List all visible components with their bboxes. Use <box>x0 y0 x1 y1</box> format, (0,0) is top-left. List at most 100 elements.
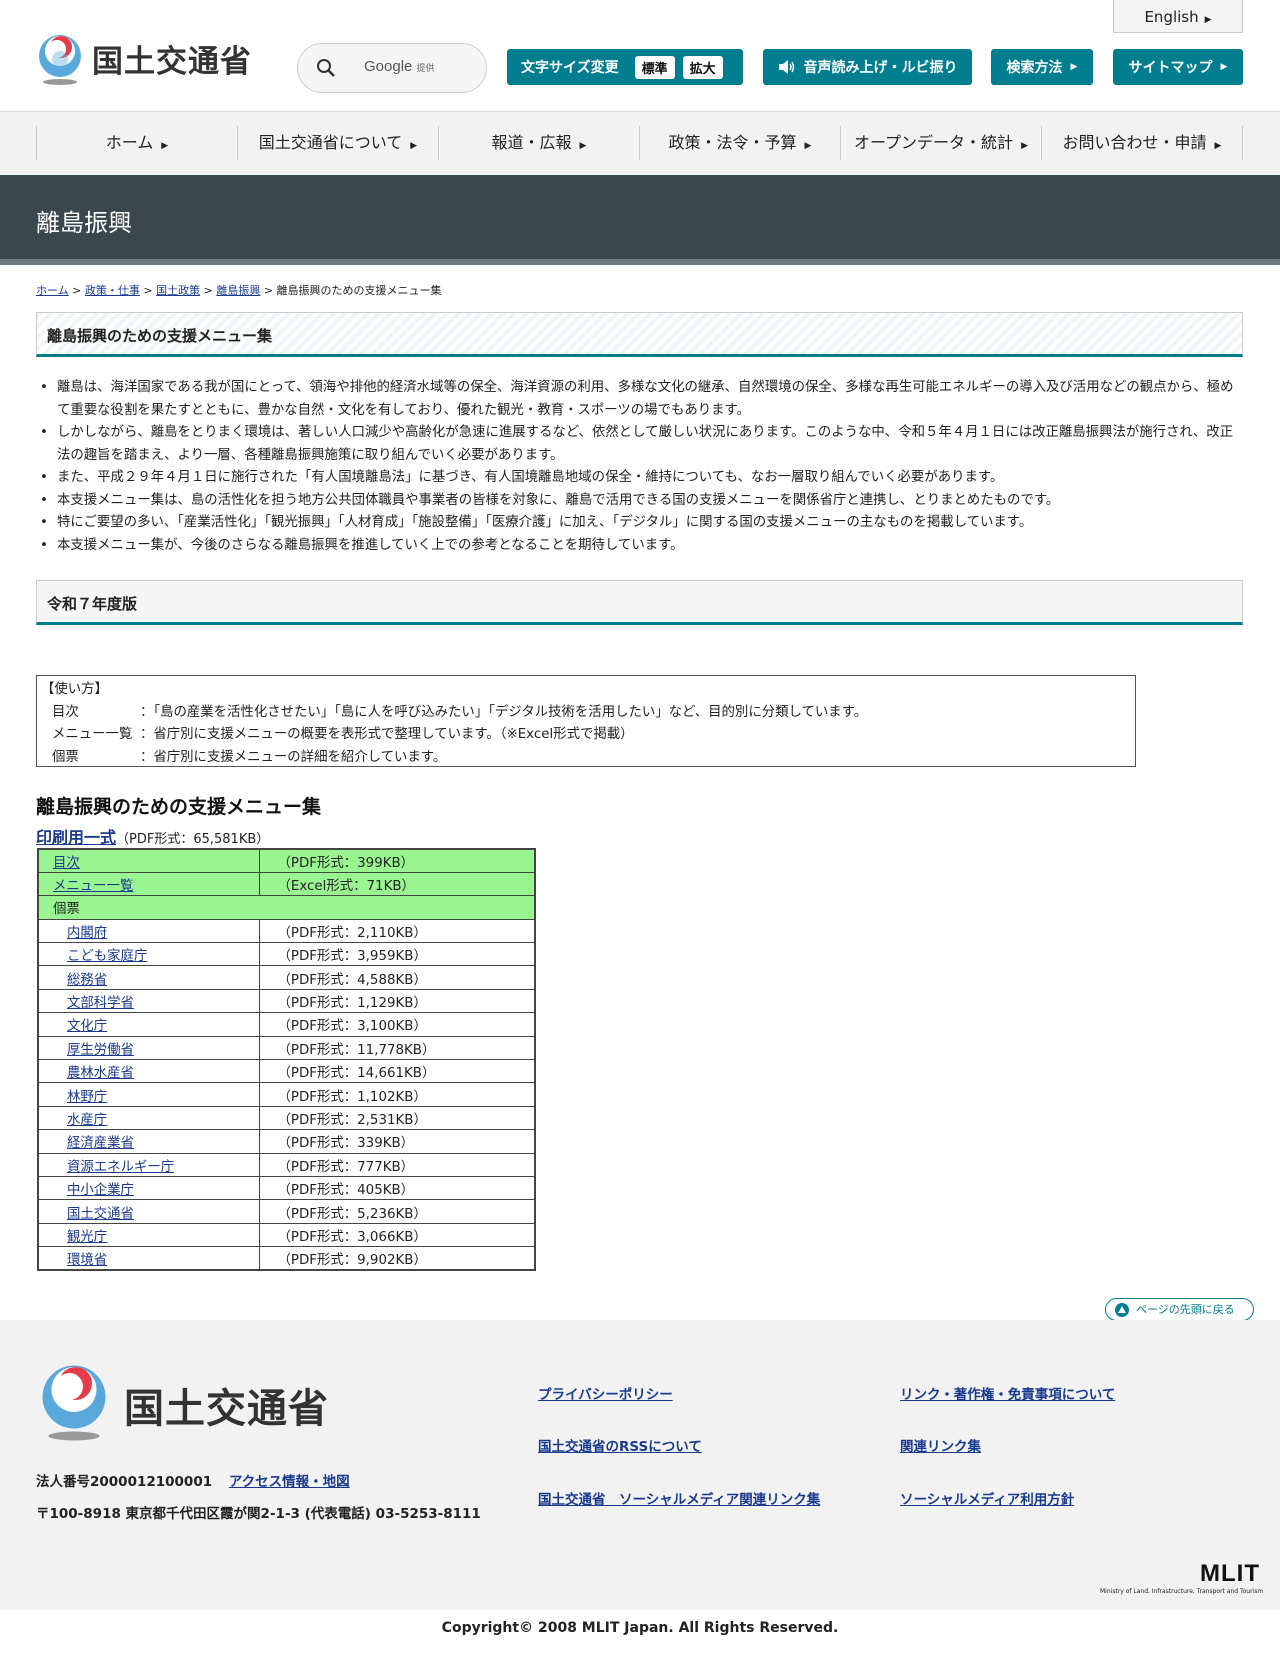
table-row: 総務省 （PDF形式：4,588KB） <box>37 965 536 990</box>
file-info: （PDF形式：14,661KB） <box>258 1059 536 1084</box>
font-size-large-button[interactable]: 拡大 <box>682 55 723 79</box>
list-item: 特にご要望の多い、「産業活性化」「観光振興」「人材育成」「施設整備」「医療介護」… <box>40 512 1240 535</box>
triangle-right-icon: ▶ <box>1220 62 1228 72</box>
search-method-button[interactable]: 検索方法 ▶ <box>991 49 1093 85</box>
table-cell: 厚生労働省 <box>37 1035 260 1061</box>
nav-item-opendata[interactable]: オープンデータ・統計 ▶ <box>840 126 1041 160</box>
ministry-file-link[interactable]: 観光庁 <box>67 1230 107 1245</box>
table-cell: 環境省 <box>37 1246 260 1271</box>
list-item: 本支援メニュー集が、今後のさらなる離島振興を推進していく上での参考となることを期… <box>40 535 1240 558</box>
footer-link-social-links[interactable]: 国土交通省 ソーシャルメディア関連リンク集 <box>538 1488 820 1508</box>
table-cell: メニュー一覧 <box>37 871 260 897</box>
corp-info: 法人番号2000012100001 アクセス情報・地図 <box>36 1470 350 1490</box>
mlit-emblem-icon <box>39 35 81 85</box>
ministry-file-link[interactable]: 国土交通省 <box>67 1207 134 1222</box>
site-header: 国土交通省 Google 提供 English ▶ 文字サイズ変更 標準 拡大 音… <box>0 0 1280 111</box>
usage-title: 【使い方】 <box>41 682 108 697</box>
ministry-file-link[interactable]: 内閣府 <box>67 926 107 941</box>
ministry-file-link[interactable]: 林野庁 <box>67 1090 107 1105</box>
mlit-logo[interactable]: 国土交通省 <box>36 34 252 86</box>
table-row: 水産庁 （PDF形式：2,531KB） <box>37 1105 536 1131</box>
file-info: （PDF形式：405KB） <box>258 1175 536 1201</box>
file-info: （PDF形式：399KB） <box>258 848 536 873</box>
logo-text: 国土交通省 <box>92 44 252 80</box>
print-line: 印刷用一式（PDF形式：65,581KB） <box>36 824 269 848</box>
print-all-link[interactable]: 印刷用一式 <box>36 828 116 847</box>
edition-heading: 令和７年度版 <box>36 580 1243 625</box>
table-cell: 内閣府 <box>37 918 260 944</box>
sitemap-button[interactable]: サイトマップ ▶ <box>1113 49 1243 85</box>
table-row: 観光庁 （PDF形式：3,066KB） <box>37 1222 536 1248</box>
ministry-file-link[interactable]: 資源エネルギー庁 <box>67 1160 174 1175</box>
file-info: （PDF形式：3,066KB） <box>258 1222 536 1248</box>
table-cell: 農林水産省 <box>37 1059 260 1084</box>
footer-link-related[interactable]: 関連リンク集 <box>900 1435 981 1455</box>
sitemap-label: サイトマップ <box>1128 60 1213 76</box>
file-info: （PDF形式：1,102KB） <box>258 1082 536 1107</box>
ministry-file-link[interactable]: 厚生労働省 <box>67 1043 134 1058</box>
breadcrumb-separator: > <box>143 284 153 297</box>
search-icon[interactable] <box>316 58 336 78</box>
usage-row: メニュー一覧 ：省庁別に支援メニューの概要を表形式で整理しています。（※Excel… <box>41 724 1131 747</box>
ministry-file-link[interactable]: 環境省 <box>67 1253 107 1268</box>
nav-item-home[interactable]: ホーム ▶ <box>36 126 237 160</box>
usage-value: ：省庁別に支援メニューの詳細を紹介しています。 <box>140 749 447 765</box>
file-link-toc[interactable]: 目次 <box>53 856 80 871</box>
mlit-wordmark: MLIT Ministry of Land, Infrastructure, T… <box>1100 1560 1263 1595</box>
breadcrumb-separator: > <box>263 284 274 297</box>
nav-item-about[interactable]: 国土交通省について ▶ <box>237 126 438 160</box>
access-link[interactable]: アクセス情報・地図 <box>229 1474 350 1490</box>
page-category-title: 離島振興 <box>36 209 132 237</box>
font-size-label: 文字サイズ変更 <box>521 60 619 76</box>
ministry-file-link[interactable]: こども家庭庁 <box>67 949 147 964</box>
ministry-file-link[interactable]: 農林水産省 <box>67 1066 134 1081</box>
page-title: 離島振興のための支援メニュー集 <box>36 312 1243 357</box>
triangle-right-icon: ▶ <box>1204 15 1212 25</box>
table-cell: 国土交通省 <box>37 1199 260 1224</box>
nav-item-press[interactable]: 報道・広報 ▶ <box>438 126 639 160</box>
search-box[interactable]: Google 提供 <box>297 43 487 93</box>
table-row: 環境省 （PDF形式：9,902KB） <box>37 1246 536 1271</box>
voice-reading-button[interactable]: 音声読み上げ・ルビ振り <box>763 49 972 85</box>
table-row: 文部科学省 （PDF形式：1,129KB） <box>37 988 536 1014</box>
breadcrumb-separator: > <box>72 284 82 297</box>
ministry-file-link[interactable]: 水産庁 <box>67 1113 107 1128</box>
footer-link-rss[interactable]: 国土交通省のRSSについて <box>538 1435 702 1455</box>
triangle-right-icon: ▶ <box>804 141 812 151</box>
nav-label: オープンデータ・統計 <box>854 133 1014 152</box>
breadcrumb-link-home[interactable]: ホーム <box>36 284 69 297</box>
file-link-menu-list[interactable]: メニュー一覧 <box>53 879 133 894</box>
font-size-standard-button[interactable]: 標準 <box>634 55 675 79</box>
table-cell: 中小企業庁 <box>37 1175 260 1201</box>
breadcrumb-link-island[interactable]: 離島振興 <box>216 284 260 297</box>
page-top-button[interactable]: ページの先頭に戻る <box>1105 1298 1254 1321</box>
intro-list: 離島は、海洋国家である我が国にとって、領海や排他的経済水域等の保全、海洋資源の利… <box>40 377 1240 557</box>
english-link[interactable]: English ▶ <box>1113 0 1243 33</box>
file-table: 目次 （PDF形式：399KB） メニュー一覧 （Excel形式：71KB） 個… <box>37 848 536 1272</box>
breadcrumb-link-policy[interactable]: 政策・仕事 <box>85 284 140 297</box>
table-row: 資源エネルギー庁 （PDF形式：777KB） <box>37 1152 536 1177</box>
search-input[interactable]: Google 提供 <box>364 58 435 75</box>
address: 〒100-8918 東京都千代田区霞が関2-1-3 (代表電話) 03-5253… <box>36 1506 481 1522</box>
ministry-file-link[interactable]: 経済産業省 <box>67 1136 134 1151</box>
table-row: こども家庭庁 （PDF形式：3,959KB） <box>37 942 536 967</box>
footer-link-privacy[interactable]: プライバシーポリシー <box>538 1383 673 1403</box>
nav-item-policy[interactable]: 政策・法令・予算 ▶ <box>639 126 840 160</box>
file-info: （PDF形式：339KB） <box>258 1129 536 1154</box>
table-row: 目次 （PDF形式：399KB） <box>37 848 536 873</box>
english-label: English <box>1144 8 1199 26</box>
copyright: Copyright© 2008 MLIT Japan. All Rights R… <box>441 1620 839 1636</box>
nav-label: 政策・法令・予算 <box>668 133 797 152</box>
table-row: 経済産業省 （PDF形式：339KB） <box>37 1129 536 1154</box>
table-row: 農林水産省 （PDF形式：14,661KB） <box>37 1059 536 1084</box>
footer-logo[interactable]: 国土交通省 <box>38 1362 329 1444</box>
nav-item-contact[interactable]: お問い合わせ・申請 ▶ <box>1041 126 1243 160</box>
ministry-file-link[interactable]: 文部科学省 <box>67 996 134 1011</box>
ministry-file-link[interactable]: 中小企業庁 <box>67 1183 134 1198</box>
footer-link-copyright[interactable]: リンク・著作権・免責事項について <box>900 1383 1115 1403</box>
nav-label: 国土交通省について <box>258 133 403 152</box>
footer-link-social-policy[interactable]: ソーシャルメディア利用方針 <box>900 1488 1074 1508</box>
breadcrumb-link-national-land[interactable]: 国土政策 <box>156 284 200 297</box>
ministry-file-link[interactable]: 総務省 <box>67 973 107 988</box>
ministry-file-link[interactable]: 文化庁 <box>67 1019 107 1034</box>
